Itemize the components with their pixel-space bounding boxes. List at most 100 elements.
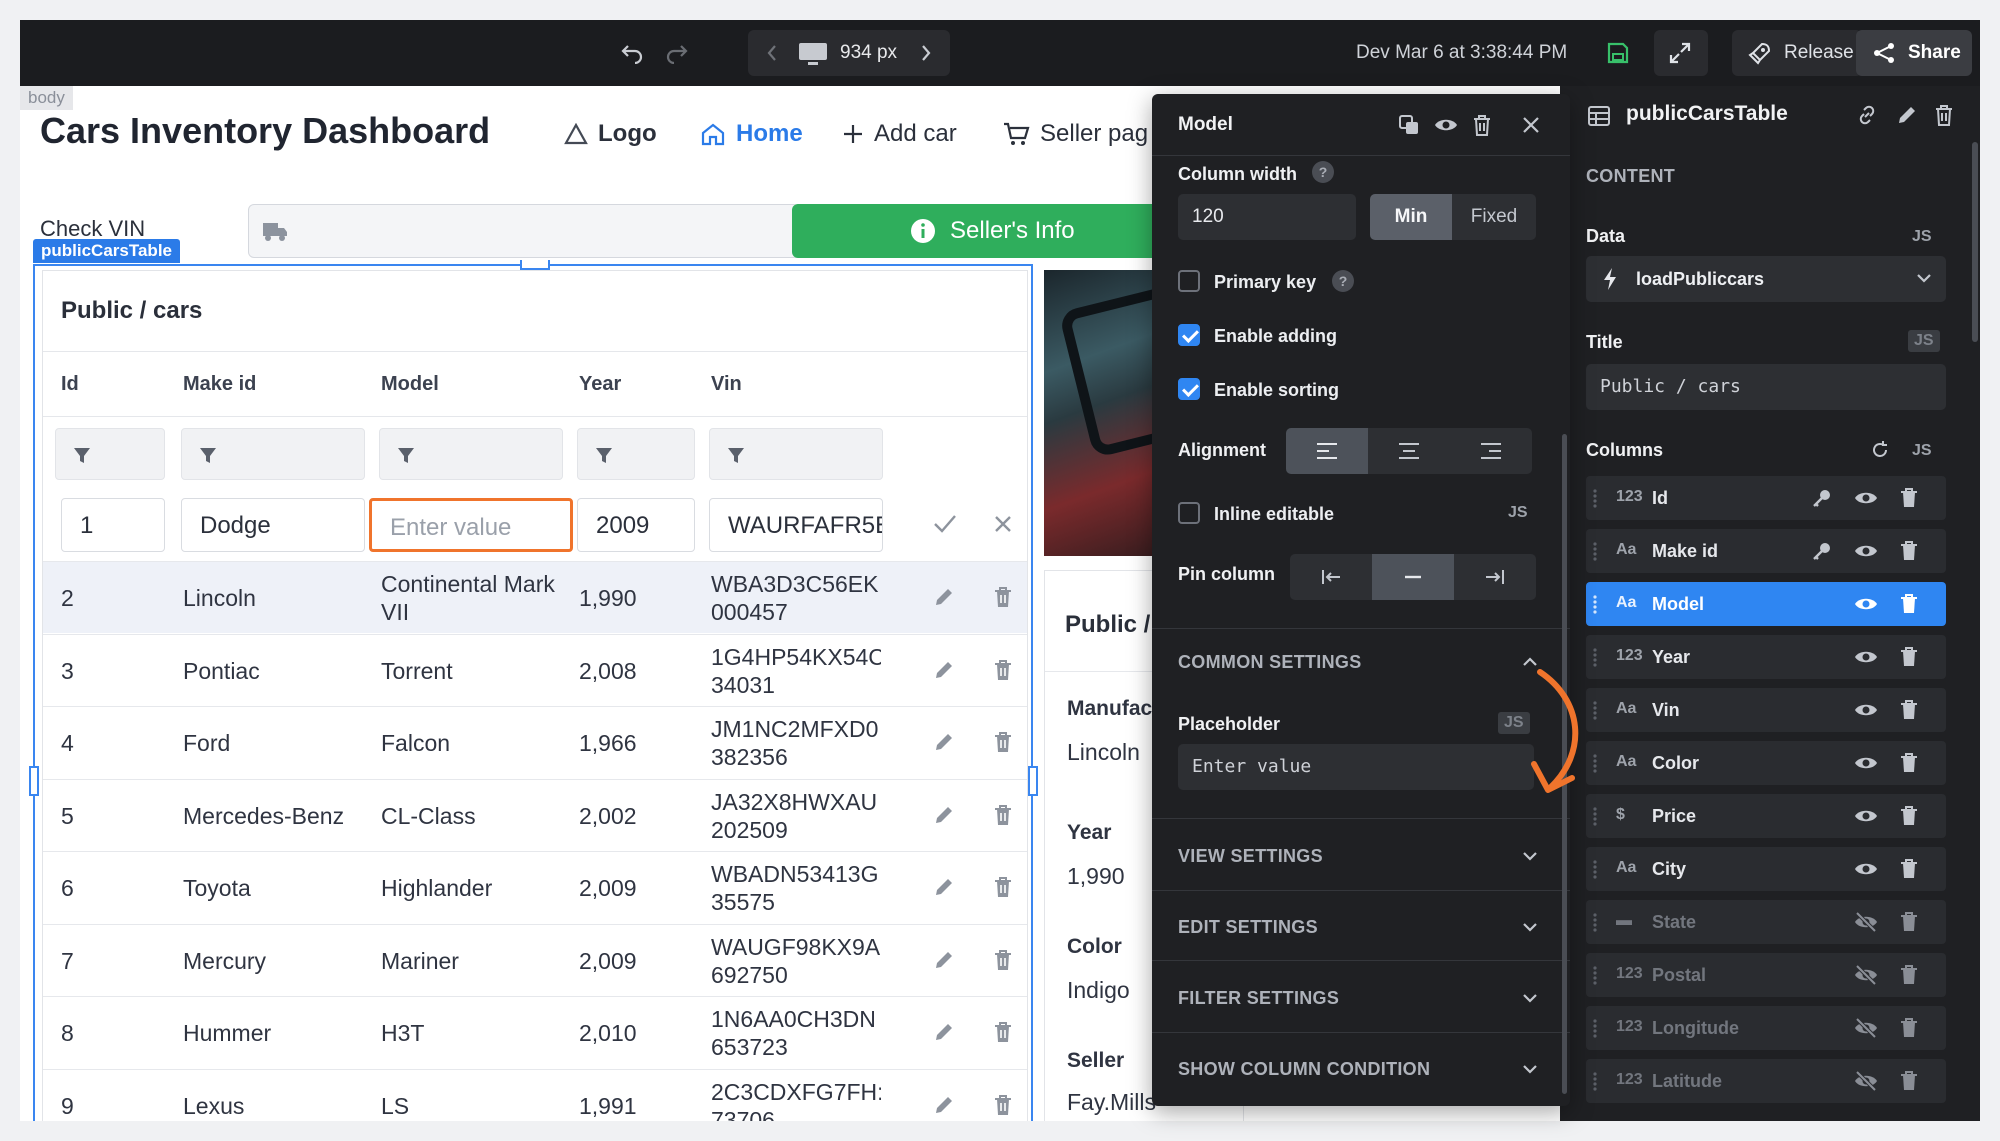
drag-handle-icon[interactable] bbox=[1592, 912, 1598, 932]
trash-icon[interactable] bbox=[1900, 700, 1918, 720]
redo-icon[interactable] bbox=[665, 42, 689, 64]
trash-icon[interactable] bbox=[1900, 753, 1918, 773]
trash-icon[interactable] bbox=[993, 659, 1013, 681]
column-item-city[interactable]: Aa City bbox=[1586, 847, 1946, 891]
trash-icon[interactable] bbox=[993, 876, 1013, 898]
chevron-right-icon[interactable] bbox=[920, 44, 932, 62]
drag-handle-icon[interactable] bbox=[1592, 965, 1598, 985]
drag-handle-icon[interactable] bbox=[1592, 806, 1598, 826]
confirm-icon[interactable] bbox=[933, 513, 957, 535]
primary-key-checkbox[interactable] bbox=[1178, 270, 1200, 292]
trash-icon[interactable] bbox=[1900, 541, 1918, 561]
inline-editable-js-toggle[interactable]: JS bbox=[1502, 502, 1534, 524]
help-icon[interactable]: ? bbox=[1312, 161, 1334, 183]
eye-icon[interactable] bbox=[1854, 488, 1878, 508]
scrollbar[interactable] bbox=[1972, 142, 1978, 342]
sellers-info-button[interactable]: Seller's Info bbox=[792, 204, 1192, 258]
key-icon[interactable] bbox=[1812, 541, 1832, 561]
key-icon[interactable] bbox=[1812, 488, 1832, 508]
trash-icon[interactable] bbox=[993, 1094, 1013, 1116]
nav-logo[interactable]: Logo bbox=[564, 120, 657, 148]
edit-icon[interactable] bbox=[933, 804, 955, 826]
data-source-select[interactable]: loadPubliccars bbox=[1586, 256, 1946, 302]
trash-icon[interactable] bbox=[1900, 488, 1918, 508]
trash-icon[interactable] bbox=[1900, 594, 1918, 614]
eye-off-icon[interactable] bbox=[1854, 965, 1878, 985]
duplicate-icon[interactable] bbox=[1398, 114, 1420, 136]
share-button[interactable]: Share bbox=[1856, 30, 1972, 76]
new-row-make-input[interactable]: Dodge bbox=[181, 498, 365, 552]
chevron-down-icon[interactable] bbox=[1522, 1061, 1538, 1077]
column-header-id[interactable]: Id bbox=[61, 373, 79, 396]
drag-handle-icon[interactable] bbox=[1592, 594, 1598, 614]
filter-model[interactable] bbox=[379, 428, 563, 480]
drag-handle-icon[interactable] bbox=[1592, 541, 1598, 561]
filter-make-id[interactable] bbox=[181, 428, 365, 480]
filter-year[interactable] bbox=[577, 428, 695, 480]
trash-icon[interactable] bbox=[1900, 912, 1918, 932]
trash-icon[interactable] bbox=[1900, 1071, 1918, 1091]
pin-left-button[interactable] bbox=[1290, 554, 1372, 600]
chevron-left-icon[interactable] bbox=[766, 44, 778, 62]
table-row[interactable]: 5 Mercedes-Benz CL-Class 2,002 JA32X8HWXAU 2… bbox=[43, 778, 1027, 851]
show-column-condition-header[interactable]: SHOW COLUMN CONDITION bbox=[1178, 1059, 1430, 1080]
table-row[interactable]: 6 Toyota Highlander 2,009 WBADN53413G 35575 bbox=[43, 851, 1027, 923]
eye-icon[interactable] bbox=[1854, 806, 1878, 826]
edit-icon[interactable] bbox=[933, 731, 955, 753]
eye-icon[interactable] bbox=[1854, 753, 1878, 773]
table-row[interactable]: 2 Lincoln Continental Mark VII 1,990 WBA3D3C… bbox=[43, 561, 1027, 633]
column-header-make-id[interactable]: Make id bbox=[183, 373, 256, 396]
edit-icon[interactable] bbox=[933, 1094, 955, 1116]
title-js-toggle[interactable]: JS bbox=[1908, 330, 1940, 352]
column-header-year[interactable]: Year bbox=[579, 373, 621, 396]
trash-icon[interactable] bbox=[1900, 965, 1918, 985]
vin-input[interactable] bbox=[248, 204, 800, 258]
column-item-state[interactable]: ▬ State bbox=[1586, 900, 1946, 944]
pin-right-button[interactable] bbox=[1454, 554, 1536, 600]
columns-js-toggle[interactable]: JS bbox=[1906, 440, 1938, 462]
edit-icon[interactable] bbox=[933, 949, 955, 971]
column-item-year[interactable]: 123 Year bbox=[1586, 635, 1946, 679]
viewport-width-control[interactable]: 934 px bbox=[748, 30, 950, 76]
trash-icon[interactable] bbox=[1934, 104, 1954, 126]
table-title-input[interactable]: Public / cars bbox=[1586, 364, 1946, 410]
expand-button[interactable] bbox=[1654, 30, 1708, 76]
trash-icon[interactable] bbox=[1900, 647, 1918, 667]
filter-settings-header[interactable]: FILTER SETTINGS bbox=[1178, 988, 1339, 1009]
column-item-latitude[interactable]: 123 Latitude bbox=[1586, 1059, 1946, 1103]
filter-vin[interactable] bbox=[709, 428, 883, 480]
table-row[interactable]: 3 Pontiac Torrent 2,008 1G4HP54KX54C 34031 bbox=[43, 633, 1027, 706]
eye-off-icon[interactable] bbox=[1854, 1018, 1878, 1038]
trash-icon[interactable] bbox=[1900, 859, 1918, 879]
column-header-vin[interactable]: Vin bbox=[711, 373, 742, 396]
close-icon[interactable] bbox=[1522, 116, 1540, 134]
common-settings-header[interactable]: COMMON SETTINGS bbox=[1178, 652, 1362, 673]
inspector-title[interactable]: publicCarsTable bbox=[1626, 102, 1788, 126]
help-icon[interactable]: ? bbox=[1332, 270, 1354, 292]
table-row[interactable]: 8 Hummer H3T 2,010 1N6AA0CH3DN 653723 bbox=[43, 996, 1027, 1068]
resize-handle-top[interactable] bbox=[520, 260, 550, 270]
inline-editable-checkbox[interactable] bbox=[1178, 502, 1200, 524]
eye-icon[interactable] bbox=[1854, 700, 1878, 720]
edit-settings-header[interactable]: EDIT SETTINGS bbox=[1178, 917, 1318, 938]
column-item-price[interactable]: $ Price bbox=[1586, 794, 1946, 838]
trash-icon[interactable] bbox=[1472, 114, 1492, 136]
resize-handle-right[interactable] bbox=[1028, 766, 1038, 796]
release-button[interactable]: Release bbox=[1732, 30, 1862, 76]
align-left-button[interactable] bbox=[1286, 428, 1368, 474]
nav-seller-page[interactable]: Seller pag bbox=[1002, 120, 1148, 148]
trash-icon[interactable] bbox=[993, 731, 1013, 753]
view-settings-header[interactable]: VIEW SETTINGS bbox=[1178, 846, 1323, 867]
trash-icon[interactable] bbox=[993, 586, 1013, 608]
column-item-id[interactable]: 123 Id bbox=[1586, 476, 1946, 520]
eye-icon[interactable] bbox=[1854, 541, 1878, 561]
edit-icon[interactable] bbox=[933, 659, 955, 681]
nav-home[interactable]: Home bbox=[700, 120, 803, 148]
eye-off-icon[interactable] bbox=[1854, 1071, 1878, 1091]
chevron-down-icon[interactable] bbox=[1522, 919, 1538, 935]
column-item-model[interactable]: Aa Model bbox=[1586, 582, 1946, 626]
new-row-year-input[interactable]: 2009 bbox=[577, 498, 695, 552]
column-header-model[interactable]: Model bbox=[381, 373, 439, 396]
eye-icon[interactable] bbox=[1854, 859, 1878, 879]
link-icon[interactable] bbox=[1856, 104, 1878, 126]
